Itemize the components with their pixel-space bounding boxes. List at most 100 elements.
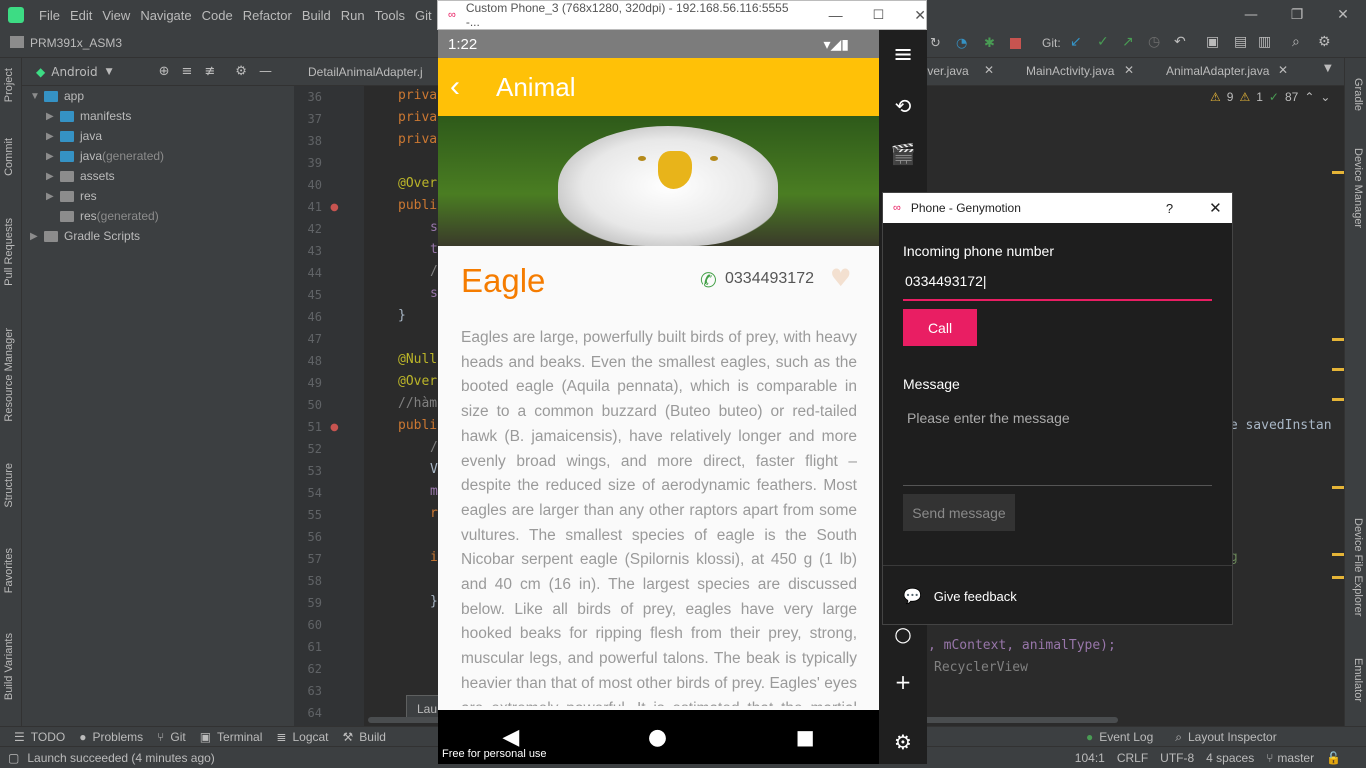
menu-git[interactable]: Git	[410, 8, 437, 23]
tab-gradle[interactable]: Gradle	[1348, 78, 1364, 111]
incoming-number-input[interactable]: 0334493172|	[903, 271, 1212, 301]
phone-screen[interactable]: 1:22 ▾◢▮ ‹ Animal Eagle ✆ 0334493172 ♥ E…	[438, 30, 879, 764]
menu-tools[interactable]: Tools	[370, 8, 410, 23]
close-icon[interactable]: ✕	[1278, 63, 1288, 77]
nav-home-icon[interactable]: ●	[648, 725, 667, 750]
error-stripe-mark[interactable]	[1332, 171, 1344, 174]
project-breadcrumb[interactable]: PRM391x_ASM3	[30, 36, 122, 50]
device-icon[interactable]: ▣	[1206, 34, 1219, 50]
tab-detail-animal-adapter[interactable]: DetailAnimalAdapter.j	[294, 65, 437, 79]
profile-icon[interactable]: ◔	[956, 36, 967, 51]
locate-icon[interactable]: ⊕	[159, 64, 170, 79]
chevron-down-icon[interactable]: ⌄	[1320, 90, 1330, 104]
tree-item-res[interactable]: ▶ res	[46, 186, 97, 206]
plus-icon[interactable]: +	[891, 670, 915, 694]
rollback-icon[interactable]: ↶	[1174, 34, 1186, 50]
tab-device-manager[interactable]: Device Manager	[1348, 148, 1364, 228]
tab-problems[interactable]: Problems	[92, 730, 143, 744]
send-message-button[interactable]: Send message	[903, 494, 1015, 531]
message-textarea[interactable]: Please enter the message	[903, 410, 1212, 486]
rotate-icon[interactable]: ⟲	[891, 94, 915, 118]
line-separator[interactable]: CRLF	[1117, 751, 1148, 765]
tab-event-log[interactable]: Event Log	[1099, 730, 1153, 744]
debug-icon[interactable]: ✱	[984, 36, 995, 51]
close-icon[interactable]: ✕	[1124, 63, 1134, 77]
file-encoding[interactable]: UTF-8	[1160, 751, 1194, 765]
error-stripe-mark[interactable]	[1332, 338, 1344, 341]
tab-pull-requests[interactable]: Pull Requests	[3, 218, 19, 286]
status-panel-icon[interactable]: ▢	[8, 751, 19, 765]
git-branch[interactable]: master	[1277, 751, 1314, 765]
help-button[interactable]: ?	[1166, 201, 1173, 216]
caret-position[interactable]: 104:1	[1075, 751, 1105, 765]
lock-icon[interactable]: 🔓	[1326, 751, 1341, 765]
tab-main-activity[interactable]: MainActivity.java	[1026, 64, 1114, 78]
tab-todo[interactable]: TODO	[31, 730, 65, 744]
menu-refactor[interactable]: Refactor	[238, 8, 297, 23]
tab-device-file-explorer[interactable]: Device File Explorer	[1348, 518, 1364, 616]
tab-structure[interactable]: Structure	[3, 463, 19, 508]
ide-close-button[interactable]: ✕	[1320, 0, 1366, 30]
settings-icon[interactable]: ⚙	[1318, 34, 1331, 50]
menu-edit[interactable]: Edit	[65, 8, 97, 23]
favorite-heart-icon[interactable]: ♥	[830, 264, 852, 292]
tree-item-app[interactable]: ▼ app	[30, 86, 84, 106]
sdk-icon[interactable]: ▥	[1258, 34, 1271, 50]
project-view-select[interactable]: Android	[51, 65, 97, 79]
emulator-titlebar[interactable]: ∞ Custom Phone_3 (768x1280, 320dpi) - 19…	[437, 0, 927, 30]
sync-icon[interactable]: ↻	[930, 36, 941, 51]
git-update-icon[interactable]: ↙	[1070, 34, 1082, 50]
menu-navigate[interactable]: Navigate	[135, 8, 196, 23]
hide-icon[interactable]: —	[259, 64, 272, 79]
error-stripe-mark[interactable]	[1332, 576, 1344, 579]
error-stripe-mark[interactable]	[1332, 368, 1344, 371]
nav-back-icon[interactable]: ◀	[502, 725, 519, 750]
give-feedback-link[interactable]: 💬 Give feedback	[903, 587, 1017, 605]
error-stripe-mark[interactable]	[1332, 553, 1344, 556]
ide-restore-button[interactable]: ❐	[1274, 0, 1320, 30]
tree-item-manifests[interactable]: ▶ manifests	[46, 106, 131, 126]
tab-git[interactable]: Git	[170, 730, 185, 744]
git-commit-icon[interactable]: ✓	[1097, 34, 1109, 50]
tab-layout-inspector[interactable]: Layout Inspector	[1188, 730, 1277, 744]
menu-file[interactable]: File	[34, 8, 65, 23]
tab-animal-adapter[interactable]: AnimalAdapter.java	[1166, 64, 1269, 78]
menu-view[interactable]: View	[97, 8, 135, 23]
collapse-all-icon[interactable]: ≢	[204, 64, 215, 79]
menu-code[interactable]: Code	[197, 8, 238, 23]
error-stripe-mark[interactable]	[1332, 398, 1344, 401]
close-icon[interactable]: ✕	[984, 63, 994, 77]
tree-item-java-generated[interactable]: ▶ java (generated)	[46, 146, 164, 166]
tab-build-variants[interactable]: Build Variants	[3, 633, 19, 700]
tab-project[interactable]: Project	[3, 68, 19, 102]
stop-icon[interactable]	[1010, 38, 1021, 49]
tab-terminal[interactable]: Terminal	[217, 730, 262, 744]
nav-recents-icon[interactable]: ■	[796, 725, 815, 749]
gear-icon[interactable]: ⚙	[235, 64, 247, 79]
emulator-minimize-button[interactable]: —	[829, 7, 843, 23]
dialog-close-button[interactable]: ✕	[1209, 199, 1222, 217]
indent-setting[interactable]: 4 spaces	[1206, 751, 1254, 765]
tab-favorites[interactable]: Favorites	[3, 548, 19, 593]
tree-item-gradle-scripts[interactable]: ▶ Gradle Scripts	[30, 226, 140, 246]
phone-icon[interactable]: ✆	[700, 268, 717, 292]
tab-logcat[interactable]: Logcat	[292, 730, 328, 744]
search-icon[interactable]: ⌕	[1292, 34, 1300, 50]
chevron-down-icon[interactable]: ▼	[1324, 63, 1332, 74]
dialog-titlebar[interactable]: ∞ Phone - Genymotion ? ✕	[883, 193, 1232, 223]
history-icon[interactable]: ◷	[1148, 34, 1160, 50]
avd-icon[interactable]: ▤	[1234, 34, 1247, 50]
tree-item-res-generated[interactable]: res (generated)	[60, 206, 159, 226]
emulator-maximize-button[interactable]: ☐	[873, 7, 885, 23]
menu-run[interactable]: Run	[336, 8, 370, 23]
capture-icon[interactable]: 🎬	[891, 142, 916, 166]
error-stripe-mark[interactable]	[1332, 486, 1344, 489]
chevron-down-icon[interactable]: ▼	[106, 67, 113, 77]
inspection-widget[interactable]: ⚠ 9 ⚠ 1 ✓ 87 ⌃ ⌄	[1210, 90, 1330, 104]
animal-phone-number[interactable]: 0334493172	[725, 270, 814, 288]
tree-item-assets[interactable]: ▶ assets	[46, 166, 115, 186]
git-push-icon[interactable]: ↗	[1122, 34, 1134, 50]
expand-all-icon[interactable]: ≡	[181, 64, 192, 79]
tab-commit[interactable]: Commit	[3, 138, 19, 176]
menu-icon[interactable]: ≡	[891, 40, 915, 68]
